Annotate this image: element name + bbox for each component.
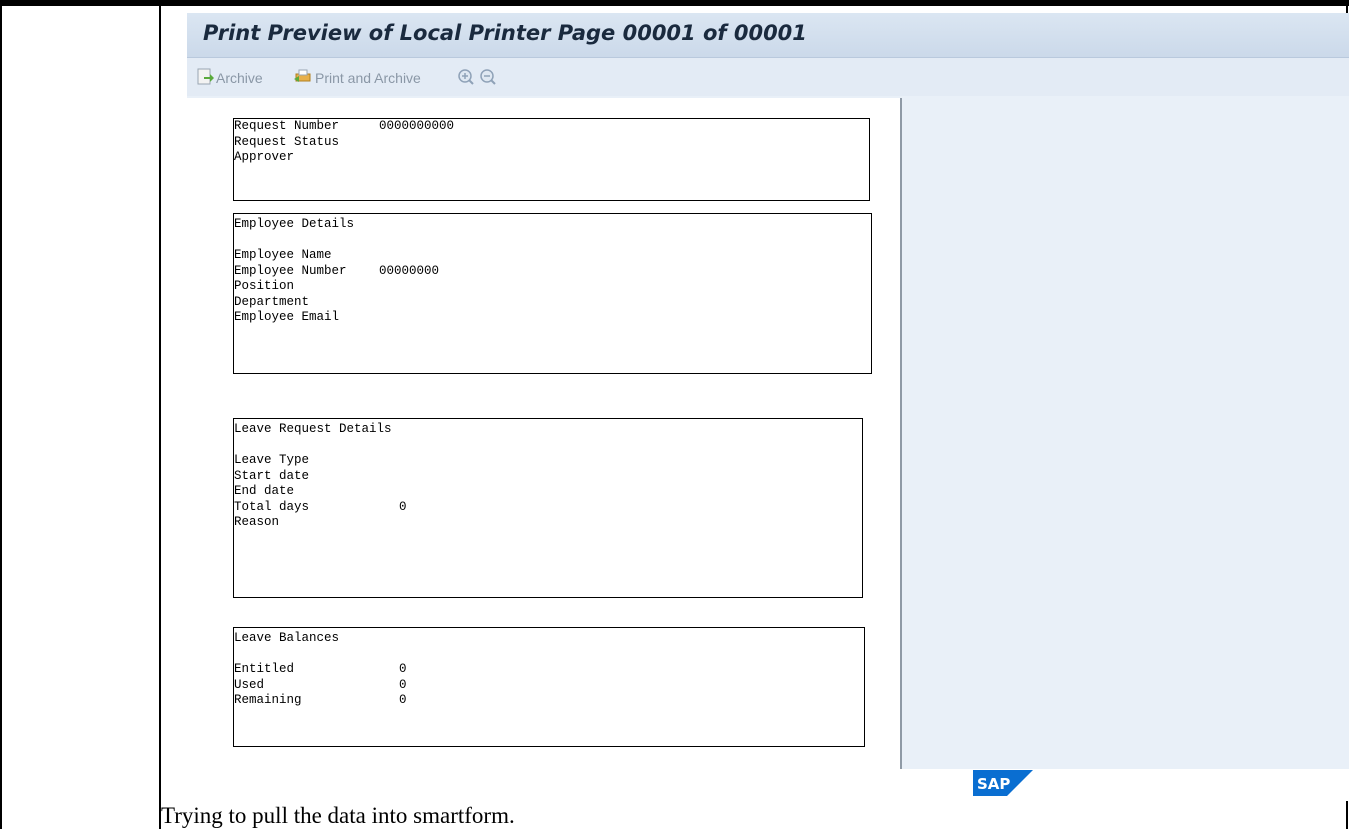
leave-request-box: Leave Request Details Leave Type Start d… bbox=[233, 418, 863, 598]
form-row: Reason bbox=[234, 515, 280, 529]
form-row: Department bbox=[234, 294, 310, 309]
form-row: End date bbox=[234, 484, 295, 498]
section-heading: Leave Balances bbox=[234, 631, 340, 645]
print-and-archive-label: Print and Archive bbox=[315, 70, 421, 86]
form-row: Start date bbox=[234, 468, 310, 483]
archive-button[interactable]: Archive bbox=[197, 68, 263, 88]
title-bar: Print Preview of Local Printer Page 0000… bbox=[187, 13, 1349, 58]
zoom-out-button[interactable] bbox=[479, 68, 497, 89]
table-border-left bbox=[0, 6, 2, 829]
form-row: Employee Name bbox=[234, 248, 332, 262]
form-row: Used 0 bbox=[234, 677, 407, 692]
window-title: Print Preview of Local Printer Page 0000… bbox=[203, 21, 807, 45]
caption-text: Trying to pull the data into smartform. bbox=[161, 803, 515, 828]
archive-label: Archive bbox=[216, 70, 263, 86]
form-row: Remaining 0 bbox=[234, 693, 407, 707]
print-and-archive-button[interactable]: Print and Archive bbox=[293, 68, 421, 88]
svg-text:SAP: SAP bbox=[977, 775, 1010, 793]
right-pane bbox=[902, 98, 1349, 769]
form-row: Employee Number 00000000 bbox=[234, 263, 440, 278]
print-archive-icon bbox=[293, 68, 313, 88]
document-top-rule bbox=[0, 0, 1349, 6]
employee-details-box: Employee Details Employee Name Employee … bbox=[233, 213, 872, 374]
form-row: Position bbox=[234, 279, 295, 293]
zoom-in-button[interactable] bbox=[457, 68, 475, 89]
form-row: Entitled 0 bbox=[234, 662, 407, 676]
zoom-out-icon bbox=[479, 68, 497, 89]
form-row: Employee Email bbox=[234, 310, 340, 324]
section-heading: Leave Request Details bbox=[234, 422, 392, 436]
zoom-in-icon bbox=[457, 68, 475, 89]
request-box: Request Number 0000000000 Request Status … bbox=[233, 118, 870, 201]
leave-balances-box: Leave Balances Entitled 0 Used 0 Remaining… bbox=[233, 627, 865, 747]
form-row: Leave Type bbox=[234, 453, 310, 467]
form-row: Request Number 0000000000 bbox=[234, 119, 455, 133]
table-border-middle bbox=[159, 6, 161, 829]
toolbar: Archive Print and Archive bbox=[187, 58, 1349, 96]
print-preview-window: Print Preview of Local Printer Page 0000… bbox=[187, 13, 1349, 769]
form-row: Total days 0 bbox=[234, 499, 407, 514]
preview-page: Request Number 0000000000 Request Status … bbox=[187, 98, 902, 769]
sap-logo: SAP bbox=[973, 770, 1033, 796]
archive-icon bbox=[197, 68, 214, 88]
form-row: Request Status bbox=[234, 134, 340, 149]
section-heading: Employee Details bbox=[234, 217, 355, 231]
form-row: Approver bbox=[234, 150, 295, 164]
status-strip bbox=[187, 769, 1349, 801]
